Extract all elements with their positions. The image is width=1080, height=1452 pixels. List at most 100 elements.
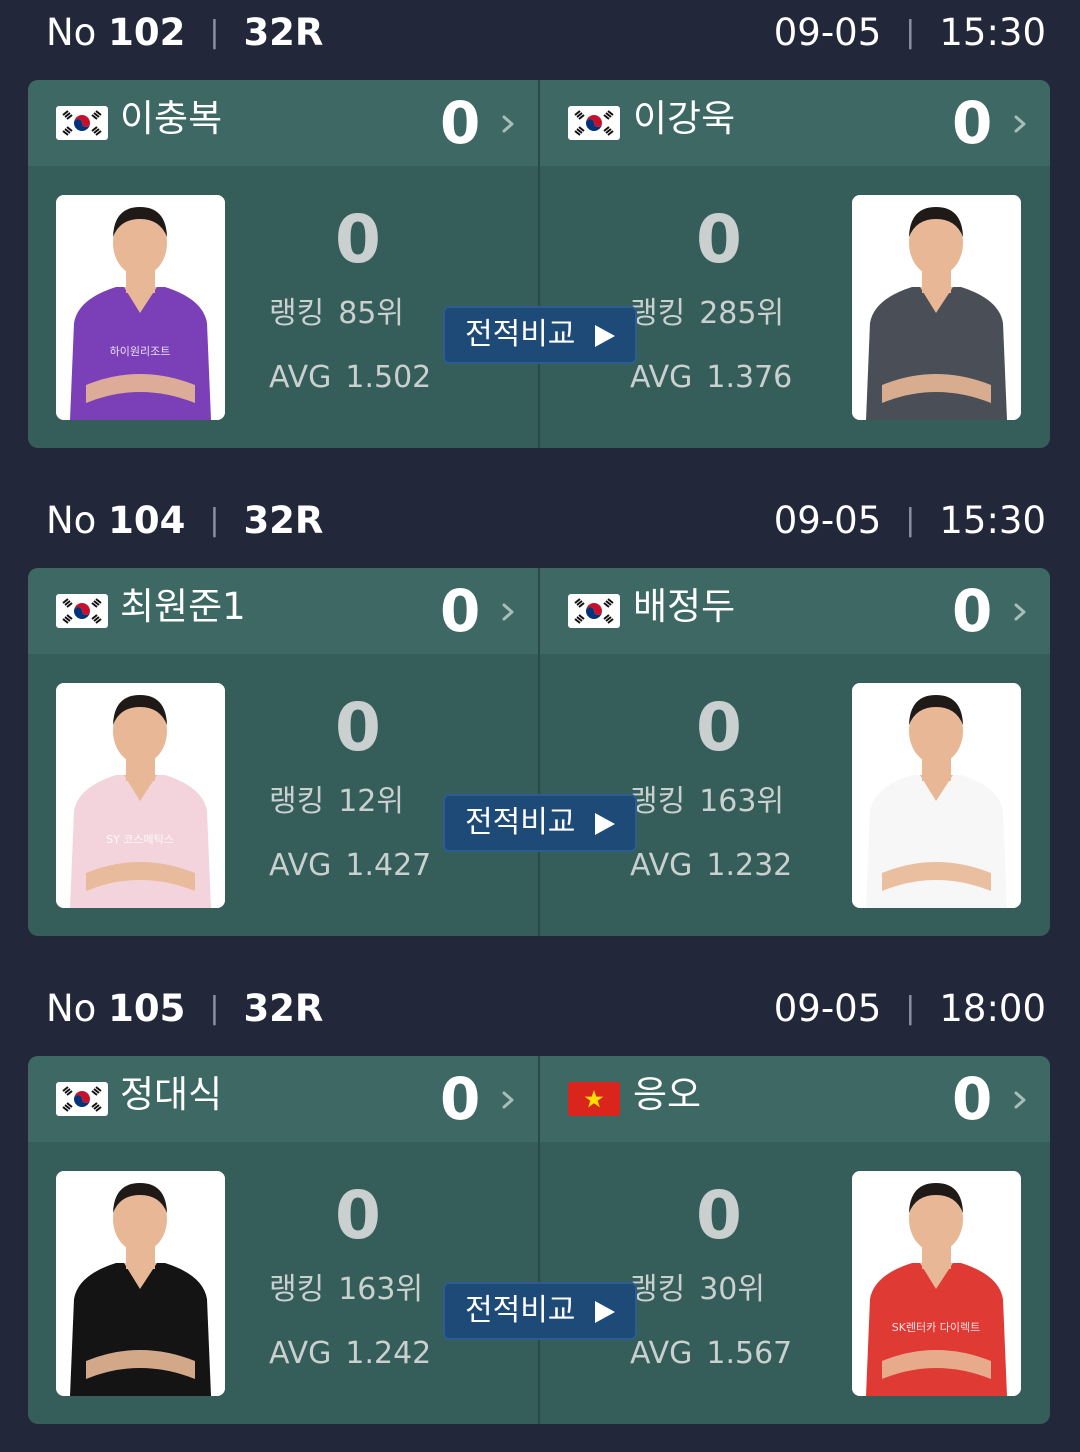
ranking-value: 12위 <box>338 784 404 819</box>
right-player-photo[interactable] <box>852 683 1021 908</box>
match-datetime: 09-05 | 18:00 <box>774 986 1046 1032</box>
match-time: 15:30 <box>939 11 1046 54</box>
ranking-label: 랭킹 <box>269 296 325 331</box>
card-divider <box>538 1056 540 1424</box>
avg-label: AVG <box>269 1336 332 1371</box>
left-set-score: 0 <box>440 89 481 157</box>
left-set-score: 0 <box>440 1065 481 1133</box>
ranking-label: 랭킹 <box>269 1272 325 1307</box>
right-player-name[interactable]: 응오 <box>633 1072 701 1118</box>
avg-label: AVG <box>630 848 693 883</box>
right-big-score: 0 <box>696 689 742 766</box>
chevron-right-icon[interactable] <box>1010 106 1032 142</box>
left-big-score: 0 <box>335 1177 381 1254</box>
match-block: No 102 | 32R 09-05 | 15:30 이충복 0 하이원리조트 0 랭킹… <box>0 0 1080 488</box>
left-avg: AVG 1.242 <box>269 1336 431 1372</box>
right-player-name[interactable]: 이강욱 <box>633 96 735 142</box>
left-ranking: 랭킹 12위 <box>269 784 404 820</box>
match-block: No 104 | 32R 09-05 | 15:30 최원준1 0 SY 코스메틱스 0… <box>0 488 1080 976</box>
right-vn-flag-icon <box>568 1082 620 1116</box>
header-separator: | <box>905 503 916 538</box>
avg-label: AVG <box>630 1336 693 1371</box>
left-player-name[interactable]: 최원준1 <box>120 584 246 630</box>
ranking-value: 85위 <box>338 296 404 331</box>
left-avg: AVG 1.502 <box>269 360 431 396</box>
avg-value: 1.376 <box>706 360 793 395</box>
match-no-value: 104 <box>108 499 186 542</box>
match-round: 32R <box>243 499 324 542</box>
left-player-name[interactable]: 정대식 <box>120 1072 222 1118</box>
header-separator: | <box>209 991 220 1026</box>
left-big-score: 0 <box>335 201 381 278</box>
ranking-label: 랭킹 <box>630 784 686 819</box>
match-card[interactable]: 최원준1 0 SY 코스메틱스 0 랭킹 12위 AVG 1.427 배정두 0 0… <box>28 568 1050 936</box>
compare-record-button[interactable]: 전적비교 <box>443 794 637 852</box>
left-avg: AVG 1.427 <box>269 848 431 884</box>
left-player-name[interactable]: 이충복 <box>120 96 222 142</box>
left-set-score: 0 <box>440 577 481 645</box>
card-divider <box>538 568 540 936</box>
chevron-right-icon[interactable] <box>1010 1082 1032 1118</box>
left-player-photo[interactable] <box>56 1171 225 1396</box>
match-round: 32R <box>243 11 324 54</box>
chevron-right-icon[interactable] <box>498 594 520 630</box>
header-separator: | <box>209 15 220 50</box>
match-number: No 104 | 32R <box>46 498 323 544</box>
match-number: No 105 | 32R <box>46 986 323 1032</box>
match-no-value: 105 <box>108 987 186 1030</box>
right-set-score: 0 <box>952 1065 993 1133</box>
ranking-label: 랭킹 <box>630 296 686 331</box>
avg-value: 1.502 <box>345 360 432 395</box>
match-number: No 102 | 32R <box>46 10 323 56</box>
left-player-photo[interactable]: SY 코스메틱스 <box>56 683 225 908</box>
right-set-score: 0 <box>952 89 993 157</box>
avg-value: 1.427 <box>345 848 432 883</box>
right-player-photo[interactable] <box>852 195 1021 420</box>
left-kr-flag-icon <box>56 1082 108 1116</box>
header-separator: | <box>905 15 916 50</box>
ranking-value: 163위 <box>699 784 785 819</box>
play-triangle-icon <box>595 813 615 835</box>
match-card[interactable]: 이충복 0 하이원리조트 0 랭킹 85위 AVG 1.502 이강욱 0 0 랭킹… <box>28 80 1050 448</box>
left-kr-flag-icon <box>56 594 108 628</box>
match-datetime: 09-05 | 15:30 <box>774 498 1046 544</box>
chevron-right-icon[interactable] <box>498 106 520 142</box>
right-player-photo[interactable]: SK렌터카 다이렉트 <box>852 1171 1021 1396</box>
compare-record-button[interactable]: 전적비교 <box>443 1282 637 1340</box>
right-ranking: 랭킹 285위 <box>630 296 784 332</box>
match-header: No 102 | 32R 09-05 | 15:30 <box>0 0 1080 80</box>
avg-label: AVG <box>630 360 693 395</box>
match-no-label: No <box>46 11 97 54</box>
chevron-right-icon[interactable] <box>498 1082 520 1118</box>
right-ranking: 랭킹 163위 <box>630 784 784 820</box>
avg-value: 1.567 <box>706 1336 793 1371</box>
avg-label: AVG <box>269 848 332 883</box>
match-time: 18:00 <box>939 987 1046 1030</box>
left-ranking: 랭킹 163위 <box>269 1272 423 1308</box>
match-no-label: No <box>46 499 97 542</box>
right-big-score: 0 <box>696 1177 742 1254</box>
compare-button-label: 전적비교 <box>465 1293 576 1328</box>
match-block: No 105 | 32R 09-05 | 18:00 정대식 0 0 랭킹 163위 AV… <box>0 976 1080 1452</box>
right-avg: AVG 1.232 <box>630 848 792 884</box>
jersey-sponsor-text: SK렌터카 다이렉트 <box>892 1321 981 1334</box>
ranking-label: 랭킹 <box>630 1272 686 1307</box>
right-player-name[interactable]: 배정두 <box>633 584 735 630</box>
right-ranking: 랭킹 30위 <box>630 1272 765 1308</box>
play-triangle-icon <box>595 1301 615 1323</box>
chevron-right-icon[interactable] <box>1010 594 1032 630</box>
left-player-photo[interactable]: 하이원리조트 <box>56 195 225 420</box>
header-separator: | <box>209 503 220 538</box>
match-card[interactable]: 정대식 0 0 랭킹 163위 AVG 1.242 응오 0 SK렌터카 다이렉트 … <box>28 1056 1050 1424</box>
ranking-label: 랭킹 <box>269 784 325 819</box>
left-big-score: 0 <box>335 689 381 766</box>
compare-record-button[interactable]: 전적비교 <box>443 306 637 364</box>
right-set-score: 0 <box>952 577 993 645</box>
right-avg: AVG 1.567 <box>630 1336 792 1372</box>
play-triangle-icon <box>595 325 615 347</box>
jersey-sponsor-text: 하이원리조트 <box>110 344 171 358</box>
avg-label: AVG <box>269 360 332 395</box>
match-date: 09-05 <box>773 987 882 1030</box>
match-no-label: No <box>46 987 97 1030</box>
ranking-value: 163위 <box>338 1272 424 1307</box>
